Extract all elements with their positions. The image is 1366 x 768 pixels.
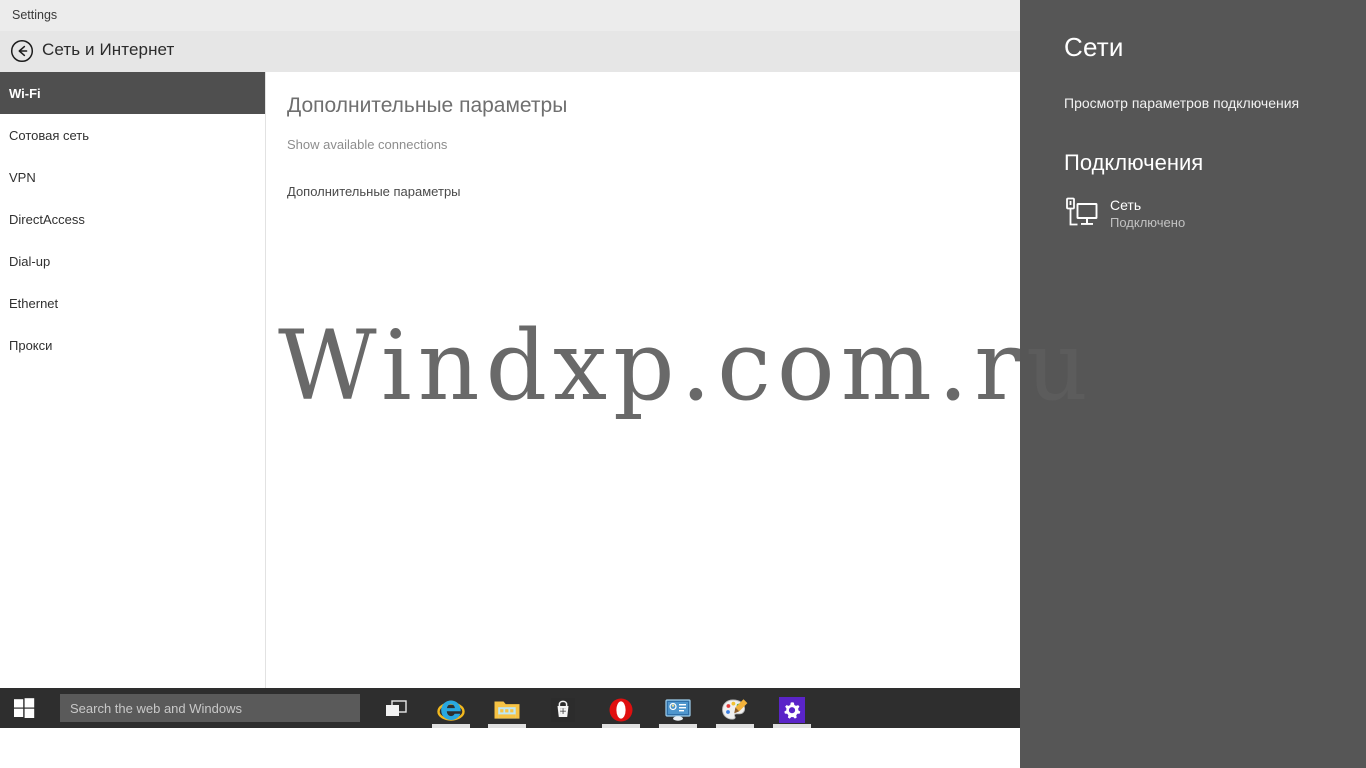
sidebar-item-label: DirectAccess [9, 211, 85, 227]
taskbar-running-indicator [602, 724, 640, 728]
sidebar-item-label: Dial-up [9, 253, 51, 269]
connection-item-network[interactable]: Сеть Подключено [1064, 192, 1324, 236]
back-button[interactable] [8, 37, 36, 65]
connections-section-title: Подключения [1064, 150, 1204, 175]
connection-status: Подключено [1110, 214, 1186, 230]
desktop-screen: Сети Просмотр параметров подключения Под… [0, 0, 1366, 768]
connection-text-block: Сеть Подключено [1110, 197, 1185, 231]
sidebar-item-label: Сотовая сеть [9, 127, 90, 143]
search-placeholder-text: Search the web and Windows [70, 700, 242, 716]
taskbar-app-task-view[interactable] [376, 692, 416, 728]
start-button[interactable] [0, 688, 48, 728]
taskbar-running-indicator [659, 724, 697, 728]
taskbar-running-indicator [773, 724, 811, 728]
sidebar-item-proxy[interactable]: Прокси [0, 324, 265, 366]
network-flyout-title: Сети [1064, 32, 1124, 62]
sidebar-item-label: Wi-Fi [9, 85, 41, 101]
paint-palette-icon [722, 699, 748, 720]
settings-window: Settings Сеть и Интернет Wi-Fi Сотовая с… [0, 0, 1020, 728]
settings-content-pane: Дополнительные параметры Show available … [267, 72, 1020, 728]
taskbar-app-paint[interactable] [715, 692, 755, 728]
taskbar-app-settings[interactable] [772, 692, 812, 728]
sidebar-item-label: Ethernet [9, 295, 59, 311]
sidebar-item-ethernet[interactable]: Ethernet [0, 282, 265, 324]
show-available-connections-link[interactable]: Show available connections [287, 137, 447, 152]
window-titlebar: Settings [0, 0, 1020, 31]
task-view-icon [386, 700, 407, 716]
taskbar-running-indicator [488, 724, 526, 728]
sidebar-item-label: Прокси [9, 337, 53, 353]
opera-browser-icon [609, 698, 633, 722]
back-arrow-icon [10, 39, 34, 63]
sidebar-item-cellular[interactable]: Сотовая сеть [0, 114, 265, 156]
taskbar-running-indicator [716, 724, 754, 728]
sidebar-item-dialup[interactable]: Dial-up [0, 240, 265, 282]
taskbar-app-store[interactable] [543, 692, 583, 728]
wired-network-monitor-icon [1064, 197, 1100, 231]
window-title: Settings [12, 8, 58, 22]
taskbar: Search the web and Windows [0, 688, 1020, 728]
network-tool-icon [665, 699, 691, 721]
search-input[interactable]: Search the web and Windows [60, 694, 360, 722]
taskbar-app-internet-explorer[interactable] [431, 692, 471, 728]
view-connection-settings-link[interactable]: Просмотр параметров подключения [1064, 95, 1299, 111]
settings-gear-icon [779, 697, 805, 723]
taskbar-app-file-explorer[interactable] [487, 692, 527, 728]
taskbar-app-opera[interactable] [601, 692, 641, 728]
network-flyout-panel: Сети Просмотр параметров подключения Под… [1020, 0, 1366, 768]
connection-name: Сеть [1110, 197, 1142, 214]
sidebar-item-wifi[interactable]: Wi-Fi [0, 72, 265, 114]
windows-logo-icon [14, 698, 35, 718]
sidebar-item-vpn[interactable]: VPN [0, 156, 265, 198]
app-header: Сеть и Интернет [0, 31, 1020, 72]
sidebar-item-directaccess[interactable]: DirectAccess [0, 198, 265, 240]
windows-store-icon [551, 698, 575, 722]
file-explorer-icon [494, 701, 520, 719]
content-heading: Дополнительные параметры [287, 94, 568, 117]
taskbar-app-network-tool[interactable] [658, 692, 698, 728]
sidebar-item-label: VPN [9, 169, 36, 185]
page-title: Сеть и Интернет [42, 40, 175, 59]
taskbar-running-indicator [432, 724, 470, 728]
settings-sidebar: Wi-Fi Сотовая сеть VPN DirectAccess Dial… [0, 72, 266, 728]
advanced-options-link[interactable]: Дополнительные параметры [287, 184, 461, 199]
internet-explorer-icon [437, 700, 465, 721]
